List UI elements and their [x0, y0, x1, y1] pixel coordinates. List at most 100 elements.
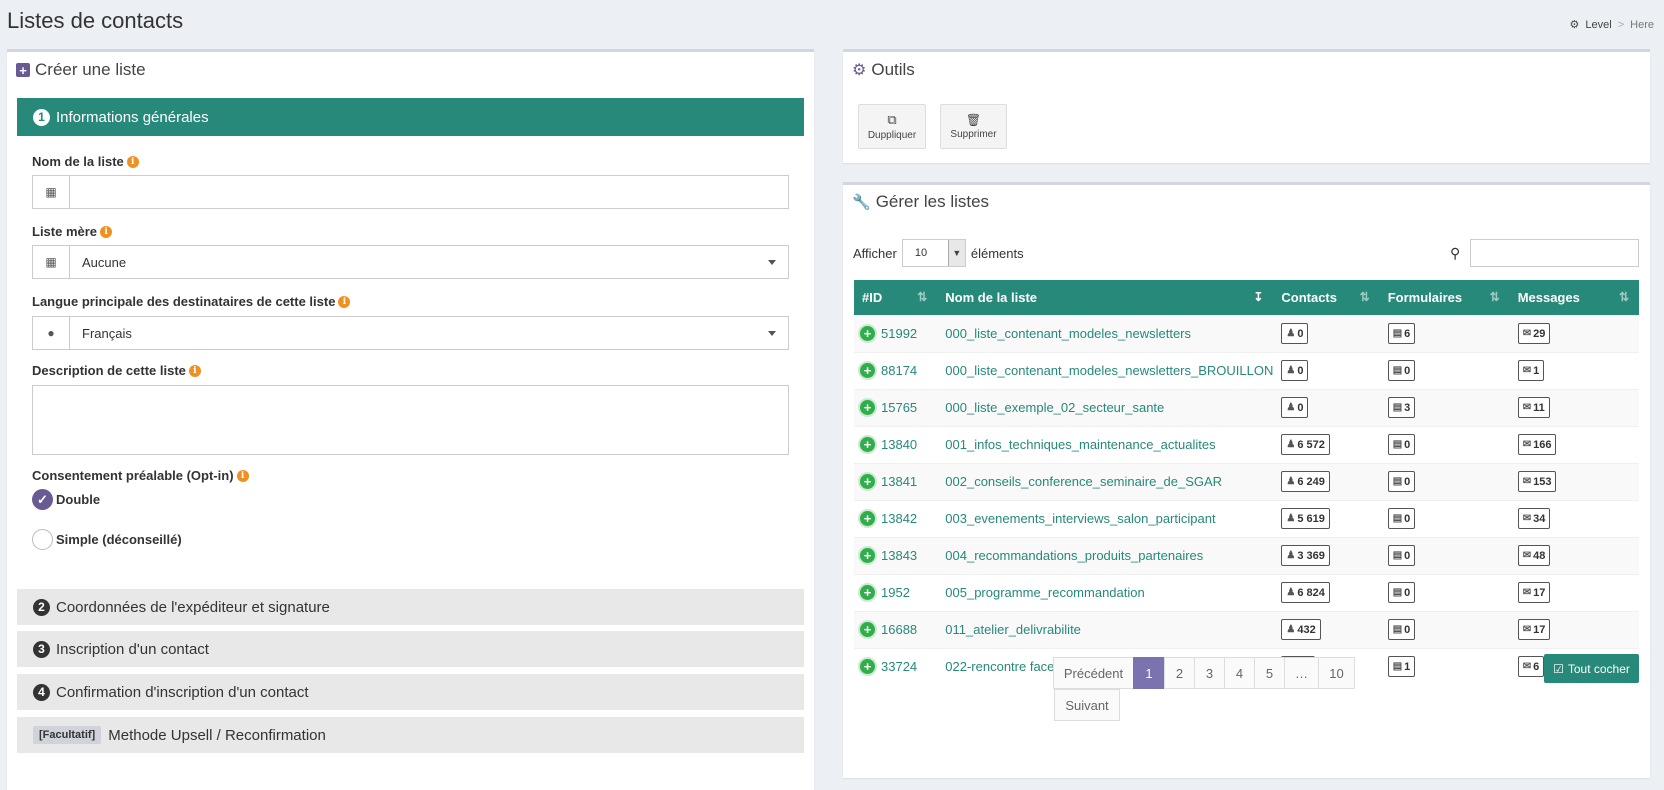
pagination-page-5[interactable]: 5	[1254, 657, 1285, 689]
column-header-forms[interactable]: Formulaires ⇅	[1379, 280, 1510, 315]
description-textarea[interactable]	[32, 385, 789, 455]
list-name-link[interactable]: 001_infos_techniques_maintenance_actuali…	[945, 437, 1215, 452]
list-id-link[interactable]: 88174	[881, 363, 917, 378]
forms-count-button[interactable]: ▤ 0	[1387, 434, 1416, 455]
messages-count-button[interactable]: ✉ 17	[1517, 582, 1551, 603]
forms-count-button[interactable]: ▤ 0	[1387, 619, 1416, 640]
add-plus-icon[interactable]: +	[858, 583, 877, 602]
contacts-count-button[interactable]: ♟ 5 619	[1281, 508, 1330, 529]
contacts-count-button[interactable]: ♟ 3 369	[1281, 545, 1330, 566]
pagination-page-10[interactable]: 10	[1318, 657, 1355, 689]
messages-count-button[interactable]: ✉ 153	[1517, 471, 1557, 492]
contacts-count-button[interactable]: ♟ 432	[1281, 619, 1321, 640]
column-header-label: Formulaires	[1387, 289, 1463, 305]
forms-count-button[interactable]: ▤ 0	[1387, 545, 1416, 566]
list-name-link[interactable]: 005_programme_recommandation	[945, 585, 1144, 600]
pagination-page-3[interactable]: 3	[1194, 657, 1225, 689]
messages-count-button[interactable]: ✉ 29	[1517, 323, 1551, 344]
add-plus-icon[interactable]: +	[858, 472, 877, 491]
info-icon[interactable]: i	[236, 469, 249, 482]
search-input[interactable]	[1470, 239, 1639, 267]
list-name-link[interactable]: 000_liste_contenant_modeles_newsletters_…	[945, 363, 1273, 378]
list-name-link[interactable]: 011_atelier_delivrabilite	[945, 622, 1081, 637]
pagination-next[interactable]: Suivant	[1054, 689, 1120, 721]
column-header-name[interactable]: Nom de la liste ↧	[937, 280, 1274, 315]
optin-simple-radio[interactable]: Simple (déconseillé)	[32, 529, 182, 550]
list-id-link[interactable]: 13840	[881, 437, 917, 452]
info-icon[interactable]: i	[188, 364, 201, 377]
step-sender-signature[interactable]: 2 Coordonnées de l'expéditeur et signatu…	[17, 589, 804, 625]
optin-double-radio[interactable]: ✓ Double	[32, 489, 100, 510]
add-plus-icon[interactable]: +	[858, 361, 877, 380]
messages-count-button[interactable]: ✉ 11	[1517, 397, 1550, 418]
step-upsell-reconfirmation[interactable]: [Facultatif] Methode Upsell / Reconfirma…	[17, 717, 804, 753]
column-header-contacts[interactable]: Contacts ⇅	[1273, 280, 1380, 315]
contacts-count-button[interactable]: ♟ 6 824	[1281, 582, 1330, 603]
contacts-count-button[interactable]: ♟ 0	[1281, 360, 1309, 381]
info-icon[interactable]: i	[126, 155, 139, 168]
delete-button[interactable]: 🗑 Supprimer	[940, 104, 1007, 149]
column-header-messages[interactable]: Messages ⇅	[1509, 280, 1639, 315]
info-icon[interactable]: i	[338, 295, 351, 308]
list-id-link[interactable]: 13843	[881, 548, 917, 563]
breadcrumb-level[interactable]: Level	[1585, 19, 1611, 31]
contacts-count-button[interactable]: ♟ 6 249	[1281, 471, 1330, 492]
list-id-link[interactable]: 1952	[881, 585, 910, 600]
list-id-link[interactable]: 15765	[881, 400, 917, 415]
list-id-link[interactable]: 33724	[881, 659, 917, 674]
forms-count-button[interactable]: ▤ 1	[1387, 656, 1416, 678]
parent-list-select[interactable]: ▦ Aucune	[32, 245, 789, 279]
contacts-count-button[interactable]: ♟ 0	[1281, 323, 1309, 344]
forms-count-button[interactable]: ▤ 0	[1387, 360, 1416, 381]
pagination-page-4[interactable]: 4	[1224, 657, 1255, 689]
list-name-label-text: Nom de la liste	[32, 154, 124, 169]
language-select[interactable]: ● Français	[32, 316, 789, 350]
page-length-select[interactable]: 10 ▼	[901, 239, 966, 267]
add-plus-icon[interactable]: +	[858, 620, 877, 639]
pagination-page-2[interactable]: 2	[1164, 657, 1195, 689]
forms-count-button[interactable]: ▤ 6	[1387, 323, 1416, 344]
info-icon[interactable]: i	[100, 225, 113, 238]
forms-count-button[interactable]: ▤ 3	[1387, 397, 1416, 418]
pagination-page-1[interactable]: 1	[1133, 657, 1165, 689]
forms-count-button[interactable]: ▤ 0	[1387, 471, 1416, 492]
messages-count: 29	[1533, 327, 1546, 340]
add-plus-icon[interactable]: +	[858, 657, 877, 677]
add-plus-icon[interactable]: +	[858, 324, 877, 343]
step-subscription-confirmation[interactable]: 4 Confirmation d'inscription d'un contac…	[17, 674, 804, 710]
pagination-previous[interactable]: Précédent	[1053, 657, 1134, 689]
list-id-link[interactable]: 13841	[881, 474, 917, 489]
forms-count-button[interactable]: ▤ 0	[1387, 508, 1416, 529]
list-name-link[interactable]: 004_recommandations_produits_partenaires	[945, 548, 1203, 563]
list-id-link[interactable]: 16688	[881, 622, 917, 637]
messages-count-button[interactable]: ✉ 166	[1517, 434, 1557, 455]
contacts-count-button[interactable]: ♟ 0	[1281, 397, 1309, 418]
check-all-button[interactable]: ☑ Tout cocher	[1544, 654, 1639, 683]
messages-count-button[interactable]: ✉ 1	[1517, 360, 1545, 381]
contacts-count-button[interactable]: ♟ 6 572	[1281, 434, 1330, 455]
list-name-input[interactable]	[70, 176, 788, 208]
list-name-field[interactable]: ▦	[32, 175, 789, 209]
add-plus-icon[interactable]: +	[858, 546, 877, 565]
list-name-link[interactable]: 000_liste_exemple_02_secteur_sante	[945, 400, 1164, 415]
add-plus-icon[interactable]: +	[858, 435, 877, 454]
wrench-icon: 🔧	[852, 194, 871, 211]
cell-name: 003_evenements_interviews_salon_particip…	[937, 499, 1274, 537]
add-plus-icon[interactable]: +	[858, 398, 877, 417]
list-id-link[interactable]: 51992	[881, 326, 917, 341]
cell-forms: ▤ 0	[1379, 499, 1510, 537]
column-header-id[interactable]: #ID ⇅	[854, 280, 938, 315]
list-name-link[interactable]: 003_evenements_interviews_salon_particip…	[945, 511, 1215, 526]
list-id-link[interactable]: 13842	[881, 511, 917, 526]
messages-count-button[interactable]: ✉ 48	[1517, 545, 1551, 566]
step-contact-subscription[interactable]: 3 Inscription d'un contact	[17, 631, 804, 667]
duplicate-button[interactable]: ⧉ Duppliquer	[858, 104, 926, 149]
list-name-link[interactable]: 002_conseils_conference_seminaire_de_SGA…	[945, 474, 1222, 489]
messages-count-button[interactable]: ✉ 6	[1517, 656, 1545, 678]
step-general-info[interactable]: 1 Informations générales	[17, 98, 804, 136]
messages-count-button[interactable]: ✉ 34	[1517, 508, 1551, 529]
add-plus-icon[interactable]: +	[858, 509, 877, 528]
messages-count-button[interactable]: ✉ 17	[1517, 619, 1551, 640]
forms-count-button[interactable]: ▤ 0	[1387, 582, 1416, 603]
list-name-link[interactable]: 000_liste_contenant_modeles_newsletters	[945, 326, 1191, 341]
